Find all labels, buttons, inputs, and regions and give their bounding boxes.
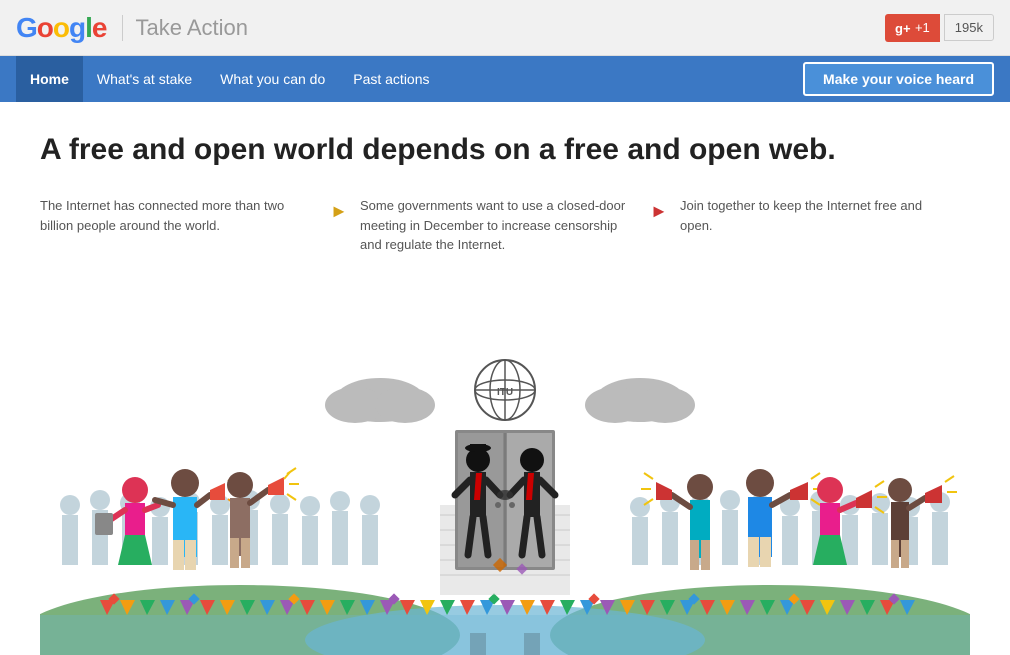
main-content: A free and open world depends on a free … <box>0 102 1010 655</box>
page-headline: A free and open world depends on a free … <box>40 132 970 168</box>
header-title: Take Action <box>122 15 248 41</box>
col-3: ► Join together to keep the Internet fre… <box>650 196 970 255</box>
col2-text: Some governments want to use a closed-do… <box>360 196 630 255</box>
col3-text: Join together to keep the Internet free … <box>680 196 950 235</box>
count-badge: 195k <box>944 14 994 41</box>
gplus-icon: g+ <box>895 20 911 36</box>
svg-text:ITU: ITU <box>497 387 513 398</box>
header: Google Take Action g+ +1 195k <box>0 0 1010 56</box>
navbar: Home What's at stake What you can do Pas… <box>0 56 1010 102</box>
make-voice-heard-button[interactable]: Make your voice heard <box>803 62 994 96</box>
svg-text:g+: g+ <box>895 21 911 36</box>
google-logo: Google <box>16 12 106 44</box>
col1-text: The Internet has connected more than two… <box>40 196 310 235</box>
illustration-svg: ITU <box>40 285 970 655</box>
col-1: The Internet has connected more than two… <box>40 196 330 255</box>
info-columns: The Internet has connected more than two… <box>40 196 970 255</box>
header-actions: g+ +1 195k <box>885 14 994 42</box>
arrow-1-icon: ► <box>330 198 348 225</box>
main-illustration: ITU <box>40 285 970 655</box>
gplus-button[interactable]: g+ +1 <box>885 14 940 42</box>
col-2: ► Some governments want to use a closed-… <box>330 196 650 255</box>
nav-home[interactable]: Home <box>16 56 83 102</box>
nav-past-actions[interactable]: Past actions <box>339 56 443 102</box>
gplus-label: +1 <box>915 20 930 35</box>
nav-what-you-can-do[interactable]: What you can do <box>206 56 339 102</box>
arrow-2-icon: ► <box>650 198 668 225</box>
nav-whats-at-stake[interactable]: What's at stake <box>83 56 206 102</box>
